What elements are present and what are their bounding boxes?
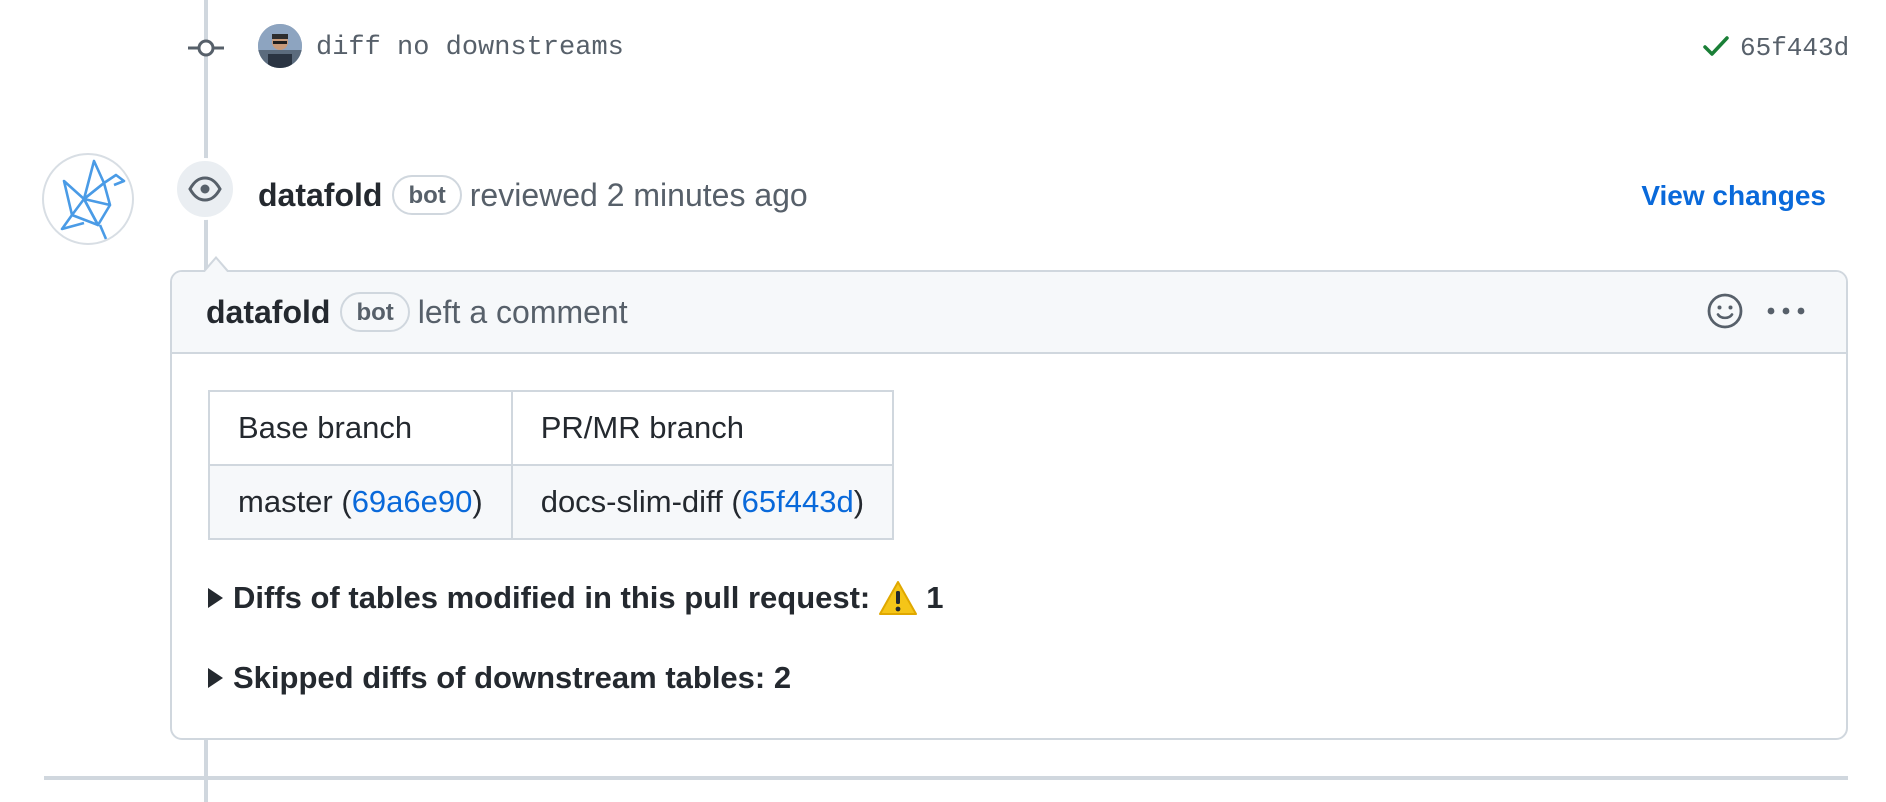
commit-message[interactable]: diff no downstreams [316, 30, 624, 66]
pr-branch-cell: docs-slim-diff (65f443d) [510, 464, 895, 540]
details-count: 1 [926, 580, 944, 615]
details-skipped-downstream[interactable]: Skipped diffs of downstream tables: 2 [208, 656, 1812, 700]
review-timestamp: reviewed 2 minutes ago [469, 176, 808, 213]
kebab-menu-icon[interactable] [1766, 305, 1806, 317]
view-changes-button[interactable]: View changes [1641, 178, 1826, 214]
details-label: Skipped diffs of downstream tables: [233, 660, 766, 695]
pr-branch-name: docs-slim-diff [540, 484, 723, 519]
review-event-badge [174, 158, 236, 220]
base-branch-cell: master (69a6e90) [208, 464, 513, 540]
review-comment: datafold bot left a comment Base branch … [170, 256, 1848, 740]
branch-table: Base branch PR/MR branch master (69a6e90… [208, 390, 895, 540]
git-commit-icon [188, 39, 224, 57]
details-modified-tables[interactable]: Diffs of tables modified in this pull re… [208, 576, 1812, 620]
base-sha-link[interactable]: 69a6e90 [352, 484, 473, 519]
base-branch-name: master [238, 484, 333, 519]
comment-bot-badge: bot [340, 292, 410, 332]
comment-author[interactable]: datafold [206, 294, 330, 331]
review-summary: datafold bot reviewed 2 minutes ago [258, 173, 808, 217]
emoji-reaction-icon[interactable] [1706, 292, 1744, 330]
comment-action: left a comment [417, 293, 628, 330]
eye-icon [188, 176, 222, 202]
commit-row: diff no downstreams 65f443d [0, 0, 1886, 96]
review-author[interactable]: datafold [258, 177, 382, 214]
avatar-image [258, 24, 302, 68]
timeline-divider [44, 776, 1848, 780]
commit-author-avatar[interactable] [258, 24, 302, 68]
details-count: 2 [773, 660, 792, 695]
datafold-avatar[interactable] [42, 153, 134, 245]
commit-sha-link[interactable]: 65f443d [1740, 30, 1849, 66]
disclosure-triangle-icon [208, 668, 223, 688]
table-row: master (69a6e90) docs-slim-diff (65f443d… [208, 464, 895, 540]
table-header-base: Base branch [208, 390, 513, 466]
disclosure-triangle-icon [208, 588, 223, 608]
warning-icon [879, 581, 918, 615]
bot-badge: bot [392, 175, 462, 215]
comment-header: datafold bot left a comment [172, 272, 1846, 354]
details-label: Diffs of tables modified in this pull re… [233, 580, 871, 615]
pr-sha-link[interactable]: 65f443d [742, 484, 854, 519]
table-header-pr: PR/MR branch [510, 390, 895, 466]
comment-actions [1706, 292, 1806, 330]
comment-body: Base branch PR/MR branch master (69a6e90… [172, 354, 1846, 700]
check-icon [1703, 36, 1729, 56]
datafold-logo-icon [60, 159, 126, 240]
table-header-row: Base branch PR/MR branch [208, 390, 895, 466]
